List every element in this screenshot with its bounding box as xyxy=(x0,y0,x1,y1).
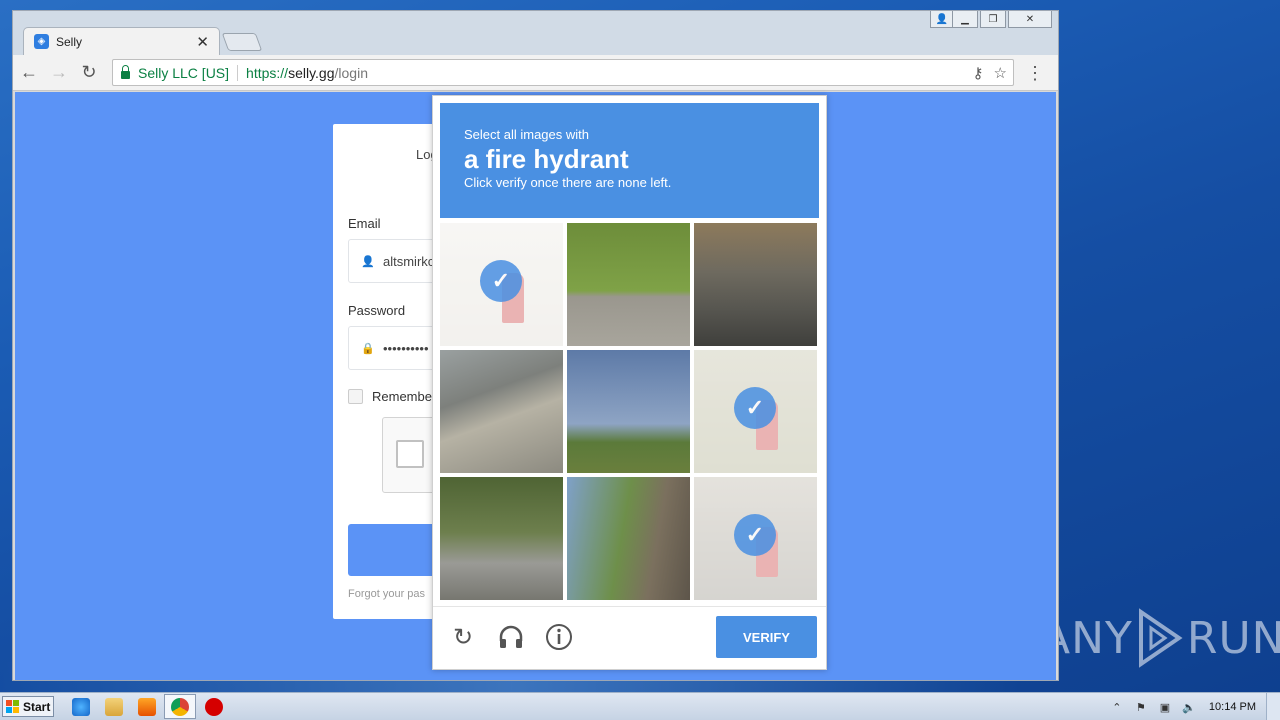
anyrun-watermark: ANY RUN xyxy=(1040,608,1280,668)
captcha-tile-image xyxy=(567,350,690,473)
password-label: Password xyxy=(348,303,406,318)
reload-page-icon[interactable]: ↻ xyxy=(75,59,103,87)
start-label: Start xyxy=(23,699,51,714)
remember-checkbox[interactable] xyxy=(348,389,363,404)
captcha-tile[interactable] xyxy=(694,223,817,346)
start-button[interactable]: Start xyxy=(2,696,54,717)
forgot-password-link[interactable]: Forgot your pas xyxy=(348,588,425,600)
forward-arrow-icon[interactable]: → xyxy=(45,59,73,87)
action-center-flag-icon[interactable]: ⚑ xyxy=(1134,700,1148,714)
captcha-tile[interactable]: ✓ xyxy=(694,477,817,600)
chrome-icon xyxy=(171,698,189,716)
captcha-challenge: Select all images with a fire hydrant Cl… xyxy=(432,95,827,670)
address-bar[interactable]: Selly LLC [US] https:// selly.gg /login … xyxy=(112,59,1014,86)
internet-explorer-icon[interactable] xyxy=(72,698,90,716)
close-tab-icon[interactable]: ✕ xyxy=(196,33,209,51)
close-window-button[interactable]: ✕ xyxy=(1008,11,1052,28)
recaptcha-checkbox[interactable] xyxy=(396,440,424,468)
system-tray: ⌃ ⚑ ▣ 🔈 10:14 PM xyxy=(1105,693,1280,720)
captcha-tile-image xyxy=(567,477,690,600)
watermark-text-right: RUN xyxy=(1186,612,1280,664)
verify-button[interactable]: VERIFY xyxy=(716,616,817,658)
captcha-tile-image xyxy=(567,223,690,346)
captcha-tile[interactable] xyxy=(567,477,690,600)
show-desktop-button[interactable] xyxy=(1266,693,1280,720)
captcha-target-object: a fire hydrant xyxy=(464,144,629,174)
restore-button[interactable]: ❐ xyxy=(980,11,1006,28)
lock-field-icon: 🔒 xyxy=(361,342,375,355)
captcha-footer: ↻ VERIFY xyxy=(433,606,826,669)
back-arrow-icon[interactable]: ← xyxy=(15,59,43,87)
url-scheme: https:// xyxy=(246,64,289,81)
remember-label: Remember xyxy=(372,389,437,404)
tab-selly[interactable]: ◈ Selly ✕ xyxy=(23,27,220,55)
volume-icon[interactable]: 🔈 xyxy=(1182,700,1196,714)
key-icon[interactable]: ⚷ xyxy=(973,64,984,82)
profile-icon[interactable]: 👤 xyxy=(930,11,954,28)
url-path: /login xyxy=(334,64,368,81)
clock[interactable]: 10:14 PM xyxy=(1209,701,1256,713)
opera-icon[interactable] xyxy=(205,698,223,716)
window-controls: ▁ ❐ ✕ xyxy=(952,11,1052,28)
new-tab-button[interactable] xyxy=(221,33,263,51)
captcha-instruction-pre: Select all images with xyxy=(464,127,589,142)
taskbar: Start ⌃ ⚑ ▣ 🔈 10:14 PM xyxy=(0,692,1280,720)
media-player-icon[interactable] xyxy=(138,698,156,716)
password-value: •••••••••• xyxy=(383,340,429,356)
omnibox-separator xyxy=(237,64,239,81)
captcha-tile[interactable] xyxy=(440,350,563,473)
file-explorer-icon[interactable] xyxy=(105,698,123,716)
tray-expand-icon[interactable]: ⌃ xyxy=(1110,700,1124,714)
captcha-tile[interactable]: ✓ xyxy=(440,223,563,346)
captcha-tile[interactable] xyxy=(567,223,690,346)
selected-check-icon: ✓ xyxy=(734,387,776,429)
captcha-tile[interactable]: ✓ xyxy=(694,350,817,473)
audio-icon[interactable] xyxy=(497,623,525,651)
tab-strip: ◈ Selly ✕ 👤 ▁ ❐ ✕ xyxy=(13,11,1058,55)
selected-check-icon: ✓ xyxy=(480,260,522,302)
minimize-button[interactable]: ▁ xyxy=(952,11,978,28)
email-label: Email xyxy=(348,216,381,231)
captcha-image-grid: ✓ ✓ ✓ xyxy=(440,223,821,600)
selly-favicon-icon: ◈ xyxy=(34,34,49,49)
captcha-tile-image xyxy=(694,223,817,346)
selected-check-icon: ✓ xyxy=(734,514,776,556)
captcha-instruction-post: Click verify once there are none left. xyxy=(464,175,672,190)
captcha-tile-image xyxy=(440,350,563,473)
lock-icon xyxy=(121,64,130,79)
captcha-tile[interactable] xyxy=(440,477,563,600)
network-icon[interactable]: ▣ xyxy=(1158,700,1172,714)
browser-toolbar: ← → ↻ Selly LLC [US] https:// selly.gg /… xyxy=(13,55,1058,91)
info-icon[interactable] xyxy=(545,623,573,651)
remember-me[interactable]: Remember xyxy=(348,389,436,404)
windows-logo-icon xyxy=(6,699,20,714)
captcha-header: Select all images with a fire hydrant Cl… xyxy=(440,103,819,218)
chrome-menu-icon[interactable]: ⋮ xyxy=(1026,63,1044,84)
email-value: altsmirkc xyxy=(383,253,435,269)
tab-title: Selly xyxy=(56,34,83,49)
watermark-play-icon xyxy=(1138,608,1183,668)
captcha-tile-image xyxy=(440,477,563,600)
captcha-tile[interactable] xyxy=(567,350,690,473)
reload-icon[interactable]: ↻ xyxy=(449,623,477,651)
security-label: Selly LLC [US] xyxy=(138,64,230,81)
url-host: selly.gg xyxy=(288,64,335,81)
user-icon: 👤 xyxy=(361,255,375,268)
bookmark-star-icon[interactable]: ☆ xyxy=(994,64,1007,82)
